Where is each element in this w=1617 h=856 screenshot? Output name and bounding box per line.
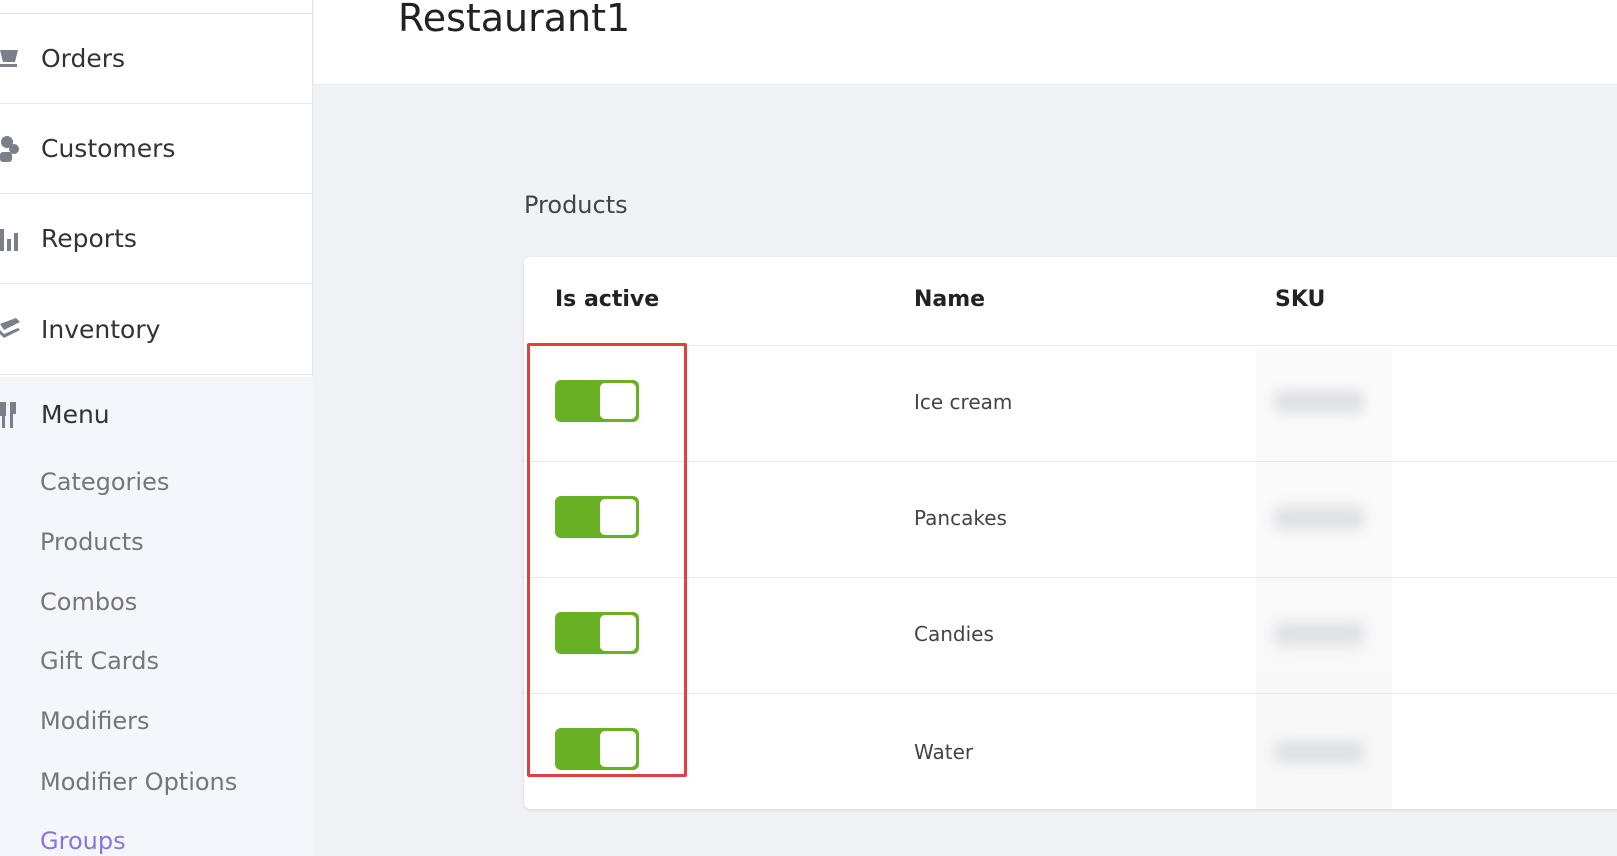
sidebar-subitem-products[interactable]: Products bbox=[40, 528, 144, 556]
active-toggle[interactable] bbox=[555, 728, 639, 770]
page-header: Restaurant1 bbox=[314, 0, 1617, 85]
sidebar: Orders Customers Reports Inventory Menu … bbox=[0, 0, 313, 856]
menu-label: Menu bbox=[41, 400, 110, 429]
sidebar-item-label: Reports bbox=[41, 224, 137, 253]
sidebar-item-reports[interactable]: Reports bbox=[0, 194, 313, 284]
toggle-knob bbox=[600, 499, 636, 535]
users-icon bbox=[0, 134, 22, 164]
sidebar-subitem-categories[interactable]: Categories bbox=[40, 468, 169, 496]
sidebar-item-menu[interactable]: Menu bbox=[0, 395, 313, 435]
product-name: Candies bbox=[914, 622, 994, 646]
section-title: Products bbox=[524, 191, 628, 219]
product-name: Ice cream bbox=[914, 390, 1013, 414]
sidebar-item-customers[interactable]: Customers bbox=[0, 104, 313, 194]
active-toggle[interactable] bbox=[555, 380, 639, 422]
page-title: Restaurant1 bbox=[398, 0, 631, 40]
product-name: Pancakes bbox=[914, 506, 1007, 530]
table-row[interactable]: Candies bbox=[524, 578, 1617, 694]
sidebar-item-orders[interactable]: Orders bbox=[0, 14, 313, 104]
products-table: Is active Name SKU Ice cream Pancakes Ca… bbox=[524, 257, 1617, 809]
sku-redacted bbox=[1274, 506, 1364, 530]
sidebar-subitem-gift-cards[interactable]: Gift Cards bbox=[40, 647, 159, 675]
sidebar-subitem-modifiers[interactable]: Modifiers bbox=[40, 707, 150, 735]
table-row[interactable]: Ice cream bbox=[524, 346, 1617, 462]
sidebar-subitem-combos[interactable]: Combos bbox=[40, 588, 137, 616]
table-row[interactable]: Water bbox=[524, 694, 1617, 810]
column-header-sku[interactable]: SKU bbox=[1275, 287, 1325, 312]
sidebar-item-label: Customers bbox=[41, 134, 176, 163]
layers-icon bbox=[0, 315, 22, 345]
sidebar-subitem-modifier-options[interactable]: Modifier Options bbox=[40, 768, 237, 796]
column-header-name[interactable]: Name bbox=[914, 287, 985, 312]
sidebar-top-divider bbox=[0, 0, 313, 14]
menu-section: Menu Categories Products Combos Gift Car… bbox=[0, 377, 313, 856]
active-toggle[interactable] bbox=[555, 496, 639, 538]
toggle-knob bbox=[600, 615, 636, 651]
utensils-icon bbox=[0, 400, 18, 434]
sku-redacted bbox=[1274, 740, 1364, 764]
product-name: Water bbox=[914, 740, 974, 764]
toggle-knob bbox=[600, 383, 636, 419]
cart-icon bbox=[0, 44, 22, 74]
toggle-knob bbox=[600, 731, 636, 767]
bar-chart-icon bbox=[0, 224, 22, 254]
sku-redacted bbox=[1274, 622, 1364, 646]
sidebar-item-label: Inventory bbox=[41, 315, 161, 344]
sidebar-item-label: Orders bbox=[41, 44, 126, 73]
column-header-is-active[interactable]: Is active bbox=[555, 287, 659, 312]
sku-redacted bbox=[1274, 390, 1364, 414]
sidebar-item-inventory[interactable]: Inventory bbox=[0, 285, 313, 375]
sidebar-subitem-groups[interactable]: Groups bbox=[40, 827, 126, 855]
table-row[interactable]: Pancakes bbox=[524, 462, 1617, 578]
active-toggle[interactable] bbox=[555, 612, 639, 654]
